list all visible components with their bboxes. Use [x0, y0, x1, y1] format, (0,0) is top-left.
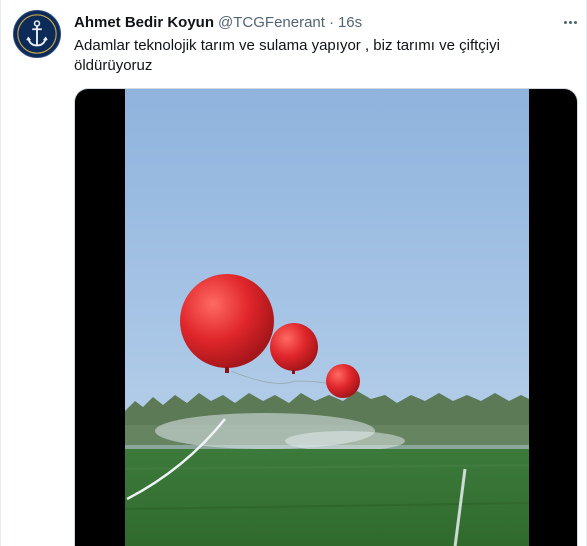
tweet-text: Adamlar teknolojik tarım ve sulama yapıy… [74, 37, 500, 74]
author-avatar[interactable] [13, 10, 61, 58]
tweet-card[interactable]: Ahmet Bedir Koyun @TCGFenerant · 16s Ada… [0, 0, 587, 546]
anchor-icon [14, 11, 60, 57]
balloon-large [180, 274, 274, 368]
tweet-video[interactable] [74, 88, 578, 546]
separator-dot: · [328, 13, 334, 31]
video-still-image [125, 89, 529, 546]
balloon-small [326, 364, 360, 398]
video-frame [125, 89, 529, 546]
author-handle[interactable]: @TCGFenerant [218, 14, 325, 31]
author-name[interactable]: Ahmet Bedir Koyun [74, 14, 214, 31]
tweet-header: Ahmet Bedir Koyun @TCGFenerant · 16s [74, 12, 362, 32]
balloon-medium [270, 323, 318, 371]
tweet-timestamp[interactable]: 16s [338, 14, 362, 31]
more-options-icon[interactable] [559, 12, 581, 32]
